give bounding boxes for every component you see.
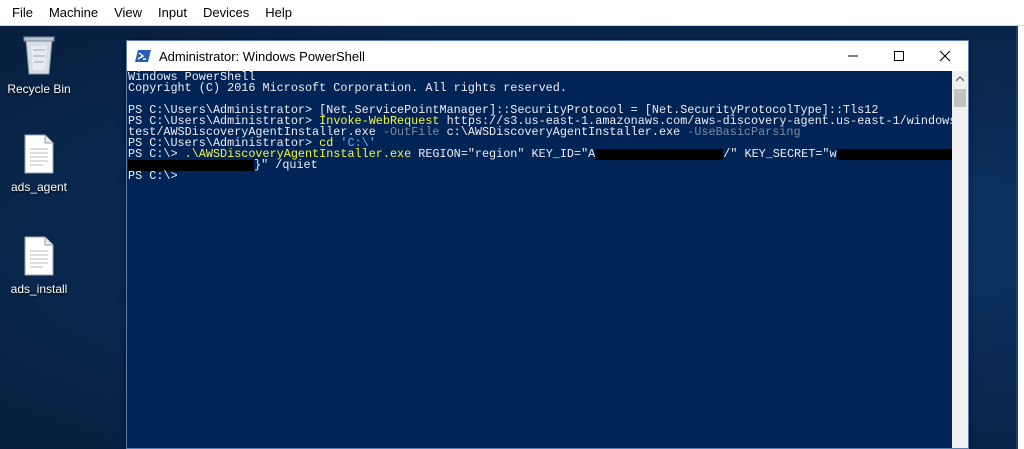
- console-output[interactable]: Windows PowerShell Copyright (C) 2016 Mi…: [127, 71, 952, 448]
- prompt: PS C:\>: [128, 169, 178, 183]
- text-file-icon: [24, 236, 54, 276]
- desktop-icon-label: ads_install: [10, 282, 68, 296]
- menu-view[interactable]: View: [106, 0, 150, 26]
- menu-input[interactable]: Input: [150, 0, 195, 26]
- desktop-icon-label: ads_agent: [10, 180, 68, 194]
- powershell-window[interactable]: Administrator: Windows PowerShell Window…: [126, 40, 969, 449]
- argument: c:\AWSDiscoveryAgentInstaller.exe: [439, 125, 688, 139]
- scroll-up-button[interactable]: [952, 71, 968, 87]
- vm-menubar: File Machine View Input Devices Help: [0, 0, 1024, 26]
- scroll-thumb[interactable]: [954, 89, 966, 107]
- window-titlebar[interactable]: Administrator: Windows PowerShell: [127, 41, 968, 71]
- desktop-icon-recycle-bin[interactable]: Recycle Bin: [0, 32, 78, 96]
- prompt: PS C:\>: [128, 147, 185, 161]
- minimize-button[interactable]: [830, 41, 876, 71]
- console-line: PS C:\> .\AWSDiscoveryAgentInstaller.exe…: [128, 147, 952, 161]
- desktop-icon-ads-install[interactable]: ads_install: [0, 236, 78, 296]
- chevron-up-icon: [956, 76, 964, 82]
- argument: REGION="region" KEY_ID="A: [411, 147, 596, 161]
- minimize-icon: [848, 55, 858, 57]
- text-file-icon: [24, 134, 54, 174]
- recycle-bin-icon: [23, 36, 55, 75]
- menu-devices[interactable]: Devices: [195, 0, 257, 26]
- menu-machine[interactable]: Machine: [41, 0, 106, 26]
- desktop-icon-label: Recycle Bin: [7, 82, 71, 96]
- maximize-button[interactable]: [876, 41, 922, 71]
- redacted-key-id: [595, 149, 724, 160]
- powershell-icon: [135, 50, 151, 62]
- redacted-key-secret: [836, 149, 952, 160]
- console-line: Copyright (C) 2016 Microsoft Corporation…: [128, 81, 567, 95]
- desktop-icon-ads-agent[interactable]: ads_agent: [0, 134, 78, 194]
- argument: /" KEY_SECRET="w: [723, 147, 837, 161]
- parameter: -UseBasicParsing: [687, 125, 801, 139]
- close-button[interactable]: [922, 41, 968, 71]
- menu-file[interactable]: File: [4, 0, 41, 26]
- menu-help[interactable]: Help: [257, 0, 300, 26]
- background-window[interactable]: [1018, 26, 1024, 449]
- argument: }" /quiet: [254, 158, 318, 172]
- close-icon: [939, 50, 951, 62]
- vertical-scrollbar[interactable]: [952, 71, 968, 448]
- parameter: -OutFile: [382, 125, 440, 139]
- window-title: Administrator: Windows PowerShell: [159, 48, 365, 64]
- console-line: PS C:\>: [128, 169, 178, 183]
- maximize-icon: [894, 51, 904, 61]
